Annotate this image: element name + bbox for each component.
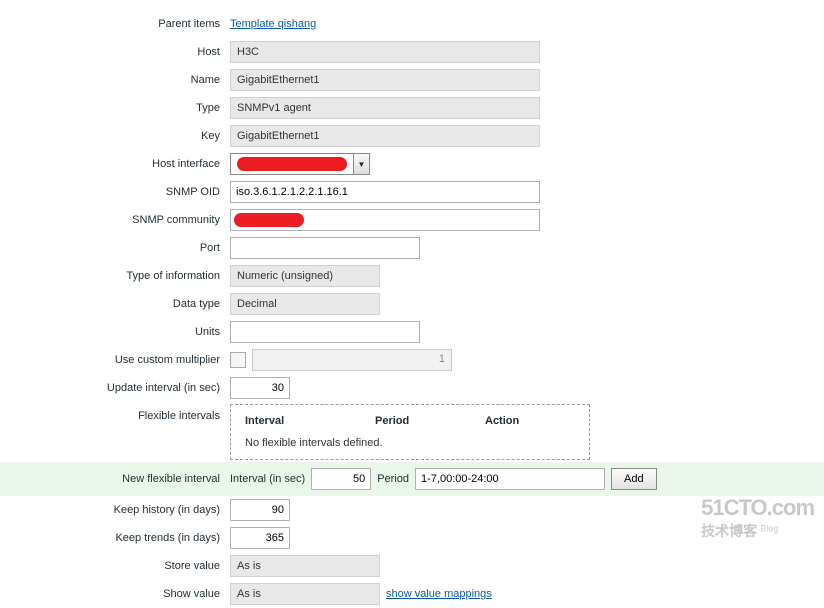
row-port: Port xyxy=(0,234,824,262)
label-host-interface: Host interface xyxy=(0,158,230,170)
row-keep-history: Keep history (in days) xyxy=(0,496,824,524)
label-snmp-community: SNMP community xyxy=(0,214,230,226)
label-units: Units xyxy=(0,326,230,338)
row-store-value: Store value As is xyxy=(0,552,824,580)
label-custom-multiplier: Use custom multiplier xyxy=(0,354,230,366)
flexible-intervals-panel: Interval Period Action No flexible inter… xyxy=(230,404,590,460)
newflex-period-label: Period xyxy=(377,473,409,485)
label-store-value: Store value xyxy=(0,560,230,572)
label-update-interval: Update interval (in sec) xyxy=(0,382,230,394)
row-key: Key GigabitEthernet1 xyxy=(0,122,824,150)
row-new-flexible-interval: New flexible interval Interval (in sec) … xyxy=(0,462,824,496)
row-data-type: Data type Decimal xyxy=(0,290,824,318)
label-snmp-oid: SNMP OID xyxy=(0,186,230,198)
col-action: Action xyxy=(485,415,519,427)
key-field: GigabitEthernet1 xyxy=(230,125,540,147)
show-value-field: As is xyxy=(230,583,380,605)
show-value-mappings-link[interactable]: show value mappings xyxy=(386,588,492,600)
update-interval-input[interactable] xyxy=(230,377,290,399)
row-show-value: Show value As is show value mappings xyxy=(0,580,824,608)
label-name: Name xyxy=(0,74,230,86)
units-input[interactable] xyxy=(230,321,420,343)
label-key: Key xyxy=(0,130,230,142)
item-form: Parent items Template qishang Host H3C N… xyxy=(0,0,824,608)
port-input[interactable] xyxy=(230,237,420,259)
name-field: GigabitEthernet1 xyxy=(230,69,540,91)
redacted-content xyxy=(237,157,347,171)
multiplier-input: 1 xyxy=(252,349,452,371)
label-type-of-info: Type of information xyxy=(0,270,230,282)
newflex-period-input[interactable] xyxy=(415,468,605,490)
label-port: Port xyxy=(0,242,230,254)
type-of-info-field: Numeric (unsigned) xyxy=(230,265,380,287)
store-value-field: As is xyxy=(230,555,380,577)
col-interval: Interval xyxy=(245,415,375,427)
row-host-interface: Host interface ▼ xyxy=(0,150,824,178)
newflex-interval-input[interactable] xyxy=(311,468,371,490)
row-units: Units xyxy=(0,318,824,346)
row-keep-trends: Keep trends (in days) xyxy=(0,524,824,552)
row-type-of-info: Type of information Numeric (unsigned) xyxy=(0,262,824,290)
host-field: H3C xyxy=(230,41,540,63)
newflex-interval-label: Interval (in sec) xyxy=(230,473,305,485)
custom-multiplier-checkbox[interactable] xyxy=(230,352,246,368)
add-button[interactable]: Add xyxy=(611,468,657,490)
row-flexible-intervals: Flexible intervals Interval Period Actio… xyxy=(0,402,824,462)
label-new-flex: New flexible interval xyxy=(0,473,230,485)
redacted-content xyxy=(234,213,304,227)
data-type-field: Decimal xyxy=(230,293,380,315)
row-snmp-community: SNMP community xyxy=(0,206,824,234)
label-keep-trends: Keep trends (in days) xyxy=(0,532,230,544)
row-custom-multiplier: Use custom multiplier 1 xyxy=(0,346,824,374)
label-keep-history: Keep history (in days) xyxy=(0,504,230,516)
keep-history-input[interactable] xyxy=(230,499,290,521)
label-type: Type xyxy=(0,102,230,114)
label-flexible-intervals: Flexible intervals xyxy=(0,404,230,422)
row-host: Host H3C xyxy=(0,38,824,66)
row-update-interval: Update interval (in sec) xyxy=(0,374,824,402)
label-host: Host xyxy=(0,46,230,58)
type-field: SNMPv1 agent xyxy=(230,97,540,119)
chevron-down-icon[interactable]: ▼ xyxy=(354,153,370,175)
row-name: Name GigabitEthernet1 xyxy=(0,66,824,94)
parent-items-link[interactable]: Template qishang xyxy=(230,18,316,30)
row-parent-items: Parent items Template qishang xyxy=(0,10,824,38)
row-type: Type SNMPv1 agent xyxy=(0,94,824,122)
col-period: Period xyxy=(375,415,485,427)
host-interface-select[interactable]: ▼ xyxy=(230,153,370,175)
label-parent-items: Parent items xyxy=(0,18,230,30)
keep-trends-input[interactable] xyxy=(230,527,290,549)
label-data-type: Data type xyxy=(0,298,230,310)
flex-empty-msg: No flexible intervals defined. xyxy=(245,437,575,449)
snmp-oid-input[interactable] xyxy=(230,181,540,203)
row-snmp-oid: SNMP OID xyxy=(0,178,824,206)
label-show-value: Show value xyxy=(0,588,230,600)
